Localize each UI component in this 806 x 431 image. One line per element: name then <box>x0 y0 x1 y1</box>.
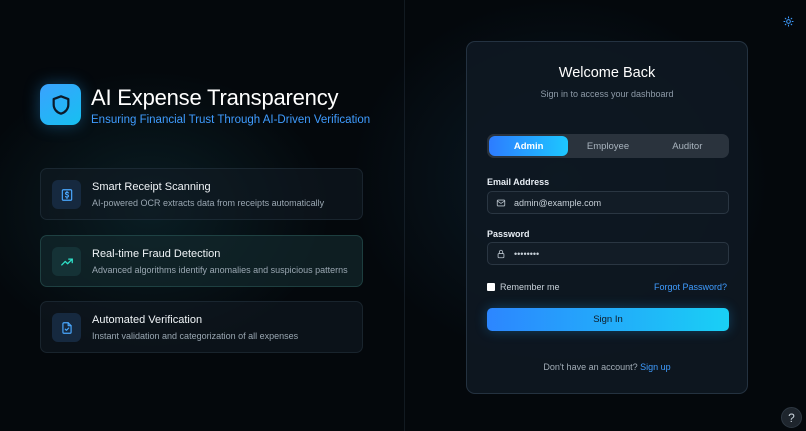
theme-toggle-button[interactable] <box>781 14 795 28</box>
feature-icon-box <box>52 247 81 276</box>
email-label: Email Address <box>487 177 550 187</box>
feature-card-fraud-detection: Real-time Fraud Detection Advanced algor… <box>40 235 363 287</box>
role-tab-employee[interactable]: Employee <box>568 136 647 156</box>
feature-title: Real-time Fraud Detection <box>92 248 221 260</box>
password-label: Password <box>487 229 530 239</box>
shield-icon <box>52 94 69 115</box>
feature-description: AI-powered OCR extracts data from receip… <box>92 198 325 208</box>
receipt-icon <box>61 188 72 201</box>
app-title: AI Expense Transparency <box>91 85 339 110</box>
login-title: Welcome Back <box>558 65 656 81</box>
feature-title: Automated Verification <box>92 314 203 326</box>
signup-prompt: Don't have an account? <box>543 362 641 372</box>
role-tab-admin[interactable]: Admin <box>489 136 569 156</box>
feature-card-automated-verification: Automated Verification Instant validatio… <box>40 301 363 353</box>
remember-me: Remember me <box>487 282 560 292</box>
signup-prompt-row: Don't have an account? Sign up <box>467 362 747 372</box>
app-tagline: Ensuring Financial Trust Through AI-Driv… <box>91 114 371 126</box>
feature-icon-box <box>52 180 81 209</box>
login-subtitle: Sign in to access your dashboard <box>540 89 674 99</box>
email-input[interactable] <box>514 197 728 208</box>
password-field-wrapper <box>487 242 729 265</box>
trending-up-icon <box>60 257 73 266</box>
forgot-password-link[interactable]: Forgot Password? <box>654 282 727 292</box>
help-button[interactable]: ? <box>781 407 802 428</box>
lock-icon <box>497 249 505 258</box>
file-check-icon <box>61 321 72 334</box>
role-tab-auditor[interactable]: Auditor <box>648 136 727 156</box>
brand-header: AI Expense Transparency Ensuring Financi… <box>40 84 370 126</box>
sign-up-link[interactable]: Sign up <box>640 362 671 372</box>
brand-logo <box>40 84 81 125</box>
feature-description: Advanced algorithms identify anomalies a… <box>92 265 348 275</box>
feature-icon-box <box>52 313 81 342</box>
login-card: Welcome Back Sign in to access your dash… <box>466 41 748 394</box>
password-input[interactable] <box>514 248 728 259</box>
feature-card-receipt-scanning: Smart Receipt Scanning AI-powered OCR ex… <box>40 168 363 220</box>
email-field-wrapper <box>487 191 729 214</box>
feature-title: Smart Receipt Scanning <box>92 181 211 193</box>
sun-icon <box>782 15 794 27</box>
mail-icon <box>496 199 506 206</box>
remember-me-checkbox[interactable] <box>487 283 495 291</box>
feature-description: Instant validation and categorization of… <box>92 331 299 341</box>
sign-in-button[interactable]: Sign In <box>487 308 729 331</box>
panel-divider <box>404 0 405 431</box>
remember-me-label[interactable]: Remember me <box>500 282 560 292</box>
role-selector: Admin Employee Auditor <box>487 134 729 158</box>
